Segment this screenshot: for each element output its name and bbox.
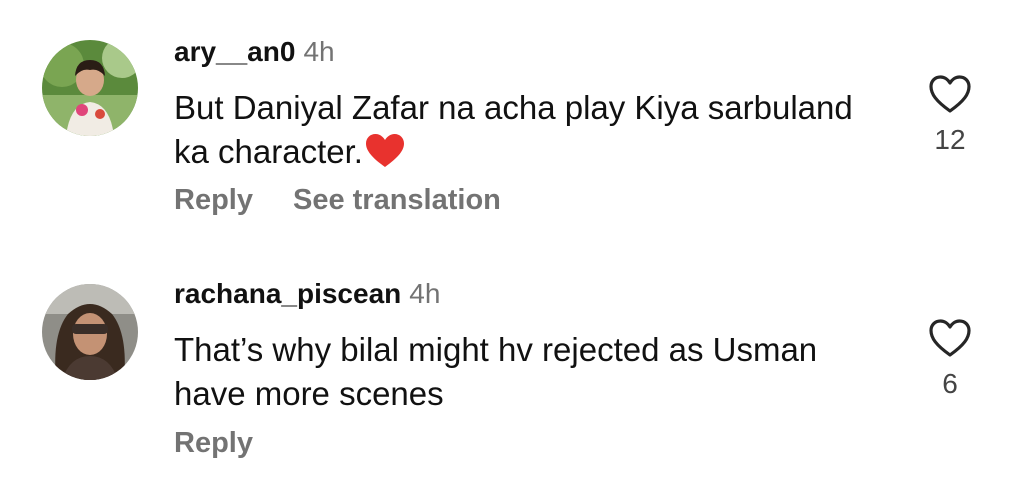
like-control: 12 (920, 74, 980, 156)
heart-outline-icon[interactable] (928, 318, 972, 358)
red-heart-emoji-icon (365, 133, 405, 180)
username[interactable]: rachana_piscean (174, 278, 401, 309)
avatar[interactable] (42, 40, 138, 136)
comment-text: But Daniyal Zafar na acha play Kiya sarb… (174, 86, 854, 180)
avatar[interactable] (42, 284, 138, 380)
reply-button[interactable]: Reply (174, 184, 253, 216)
like-count: 12 (934, 124, 966, 155)
comment-header: rachana_piscean 4h (174, 278, 440, 310)
see-translation-button[interactable]: See translation (293, 184, 501, 216)
comment-text: That’s why bilal might hv rejected as Us… (174, 331, 818, 412)
comment-item: ary__an0 4h But Daniyal Zafar na acha pla… (0, 0, 1024, 240)
username[interactable]: ary__an0 (174, 36, 295, 67)
like-control: 6 (920, 318, 980, 400)
timestamp: 4h (409, 278, 441, 309)
heart-outline-icon[interactable] (928, 74, 972, 114)
timestamp: 4h (303, 36, 335, 67)
comment-item: rachana_piscean 4h That’s why bilal might… (0, 240, 1024, 497)
comment-header: ary__an0 4h (174, 36, 335, 68)
comment-actions: Reply (174, 426, 253, 460)
reply-button[interactable]: Reply (174, 427, 253, 459)
comment-body: But Daniyal Zafar na acha play Kiya sarb… (174, 89, 853, 170)
comment-actions: Reply See translation (174, 183, 501, 217)
like-count: 6 (942, 368, 958, 399)
